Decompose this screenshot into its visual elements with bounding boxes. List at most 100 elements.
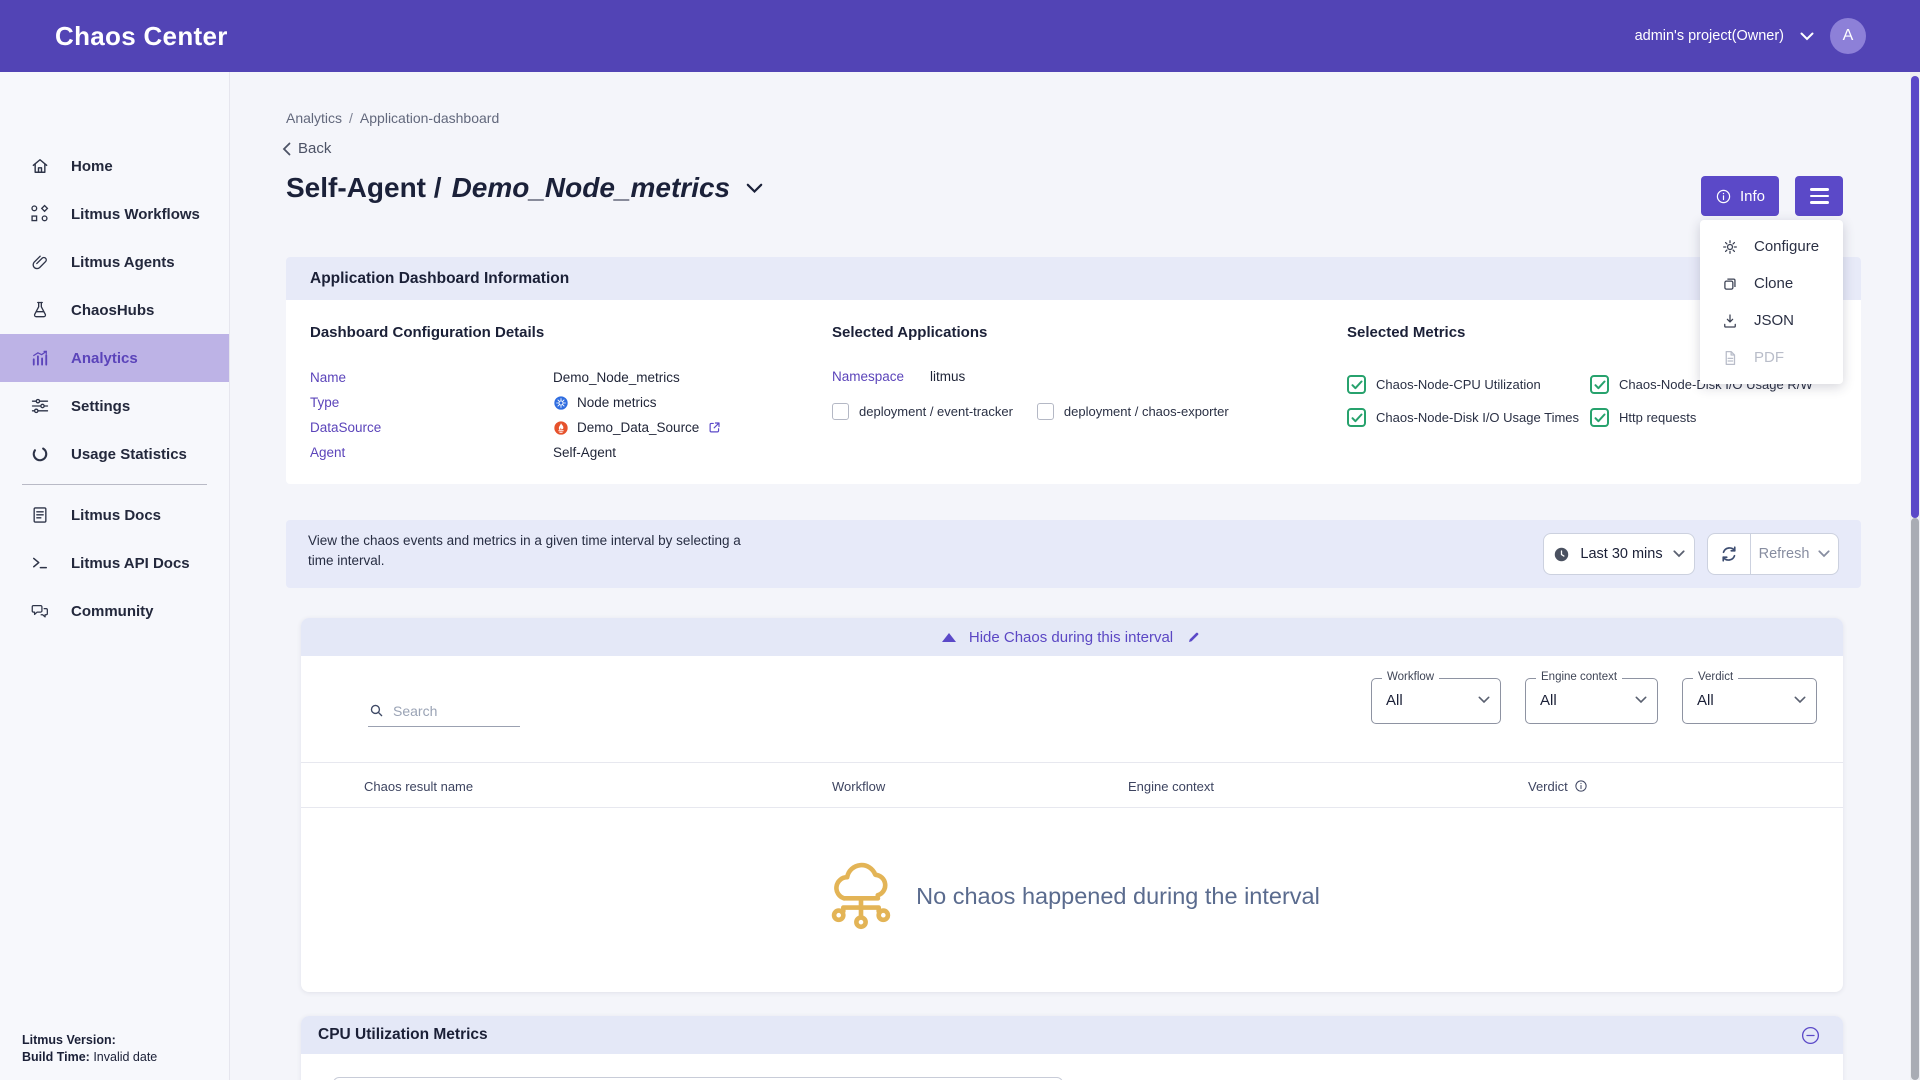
config-details-title: Dashboard Configuration Details [310, 324, 544, 341]
breadcrumb-analytics[interactable]: Analytics [286, 110, 342, 126]
info-icon [1715, 188, 1732, 205]
sidebar-item-label: ChaosHubs [71, 302, 154, 319]
sidebar-item-analytics[interactable]: Analytics [0, 334, 229, 382]
checkbox-checked-icon [1347, 375, 1366, 394]
dashboard-information-panel: Application Dashboard Information Dashbo… [286, 257, 1861, 484]
docs-icon [30, 505, 50, 525]
hide-chaos-toggle[interactable]: Hide Chaos during this interval [301, 618, 1843, 656]
app-title: Chaos Center [55, 0, 228, 72]
menu-item-configure[interactable]: Configure [1700, 228, 1843, 265]
application-checkbox-event-tracker[interactable]: deployment / event-tracker [832, 403, 1013, 420]
checkbox-checked-icon [1590, 408, 1609, 427]
breadcrumb: Analytics/Application-dashboard [286, 110, 499, 126]
cpu-panel-title: CPU Utilization Metrics [318, 1026, 488, 1044]
workflows-icon [30, 204, 50, 224]
project-selector-label[interactable]: admin's project(Owner) [1635, 28, 1784, 44]
sidebar-item-home[interactable]: Home [0, 142, 229, 190]
checkbox-checked-icon [1347, 408, 1366, 427]
sidebar-item-settings[interactable]: Settings [0, 382, 229, 430]
checkbox-unchecked-icon [832, 403, 849, 420]
sidebar-item-litmus-docs[interactable]: Litmus Docs [0, 491, 229, 539]
empty-message: No chaos happened during the interval [916, 883, 1320, 910]
sidebar-item-label: Home [71, 158, 113, 175]
prometheus-icon [553, 420, 569, 436]
sidebar-item-chaoshubs[interactable]: ChaosHubs [0, 286, 229, 334]
empty-state: No chaos happened during the interval [301, 856, 1843, 936]
build-time-label: Build Time: [22, 1050, 90, 1064]
menu-item-json[interactable]: JSON [1700, 302, 1843, 339]
menu-item-pdf[interactable]: PDF [1700, 339, 1843, 376]
application-checkbox-chaos-exporter[interactable]: deployment / chaos-exporter [1037, 403, 1229, 420]
search-icon [368, 702, 385, 719]
sidebar-item-label: Litmus API Docs [71, 555, 190, 572]
namespace-label: Namespace [832, 369, 904, 384]
sidebar-item-label: Litmus Workflows [71, 206, 200, 223]
time-interval-bar: View the chaos events and metrics in a g… [286, 520, 1861, 588]
title-chevron-down-icon[interactable] [746, 183, 763, 194]
column-verdict: Verdict [1528, 763, 1588, 809]
config-row-name: Name Demo_Node_metrics [310, 365, 722, 390]
refresh-now-button[interactable] [1707, 533, 1751, 575]
sidebar-item-label: Analytics [71, 350, 138, 367]
column-engine-context: Engine context [1128, 763, 1214, 809]
checkbox-unchecked-icon [1037, 403, 1054, 420]
sidebar-item-litmus-api-docs[interactable]: Litmus API Docs [0, 539, 229, 587]
engine-context-filter-select[interactable]: Engine context All [1525, 678, 1658, 724]
community-icon [30, 601, 50, 621]
info-circle-icon[interactable] [1574, 779, 1588, 793]
sidebar-item-usage-statistics[interactable]: Usage Statistics [0, 430, 229, 478]
workflow-filter-select[interactable]: Workflow All [1371, 678, 1501, 724]
search-input[interactable] [393, 703, 511, 719]
triangle-up-icon [942, 633, 956, 642]
metric-checkbox-http-requests[interactable]: Http requests [1590, 408, 1696, 427]
chevron-down-icon[interactable] [1800, 32, 1814, 41]
config-row-type: Type Node metrics [310, 390, 722, 415]
sidebar-item-litmus-workflows[interactable]: Litmus Workflows [0, 190, 229, 238]
sidebar-item-label: Settings [71, 398, 130, 415]
chaos-center-app: Chaos Center admin's project(Owner) A Ho… [0, 0, 1920, 1080]
metric-checkbox-disk-io-times[interactable]: Chaos-Node-Disk I/O Usage Times [1347, 408, 1590, 427]
metric-checkbox-cpu-utilization[interactable]: Chaos-Node-CPU Utilization [1347, 375, 1590, 394]
page-scrollbar[interactable] [1910, 72, 1920, 1080]
chevron-down-icon [1478, 696, 1490, 704]
version-label: Litmus Version: [22, 1033, 116, 1047]
sidebar-item-label: Litmus Agents [71, 254, 175, 271]
app-header: Chaos Center admin's project(Owner) A [0, 0, 1920, 72]
dashboard-name: Demo_Node_metrics [452, 172, 731, 203]
chaos-table-header: Chaos result name Workflow Engine contex… [301, 762, 1843, 808]
refresh-rate-button[interactable]: Refresh [1751, 533, 1839, 575]
menu-item-clone[interactable]: Clone [1700, 265, 1843, 302]
breadcrumb-application-dashboard[interactable]: Application-dashboard [360, 110, 499, 126]
hamburger-icon [1810, 188, 1829, 190]
settings-icon [30, 396, 50, 416]
minus-circle-icon[interactable] [1800, 1025, 1821, 1046]
analytics-icon [30, 348, 50, 368]
chevron-down-icon [1818, 550, 1830, 558]
avatar[interactable]: A [1830, 18, 1866, 54]
sidebar: Home Litmus Workflows Litmus Agents Chao… [0, 72, 230, 1080]
sidebar-item-label: Community [71, 603, 154, 620]
sidebar-divider [22, 484, 207, 485]
gear-icon [1721, 238, 1739, 256]
agent-name: Self-Agent / [286, 172, 442, 203]
selected-metrics-title: Selected Metrics [1347, 324, 1465, 341]
external-link-icon[interactable] [707, 420, 722, 435]
pencil-icon[interactable] [1186, 629, 1202, 645]
checkbox-checked-icon [1590, 375, 1609, 394]
config-row-datasource: DataSource Demo_Data_Source [310, 415, 722, 440]
sidebar-item-litmus-agents[interactable]: Litmus Agents [0, 238, 229, 286]
sidebar-item-community[interactable]: Community [0, 587, 229, 635]
sidebar-item-label: Litmus Docs [71, 507, 161, 524]
verdict-filter-select[interactable]: Verdict All [1682, 678, 1817, 724]
chevron-down-icon [1673, 550, 1685, 558]
sidebar-footer: Litmus Version: Build Time: Invalid date [22, 1032, 157, 1066]
chevron-down-icon [1635, 696, 1647, 704]
info-button[interactable]: Info [1701, 176, 1779, 216]
usage-statistics-icon [30, 444, 50, 464]
time-range-button[interactable]: Last 30 mins [1543, 533, 1695, 575]
scrollbar-track-lower [1911, 518, 1919, 1080]
scrollbar-thumb[interactable] [1911, 76, 1919, 518]
back-button[interactable]: Back [282, 140, 331, 157]
options-menu-button[interactable] [1795, 176, 1843, 216]
kubernetes-icon [553, 395, 569, 411]
